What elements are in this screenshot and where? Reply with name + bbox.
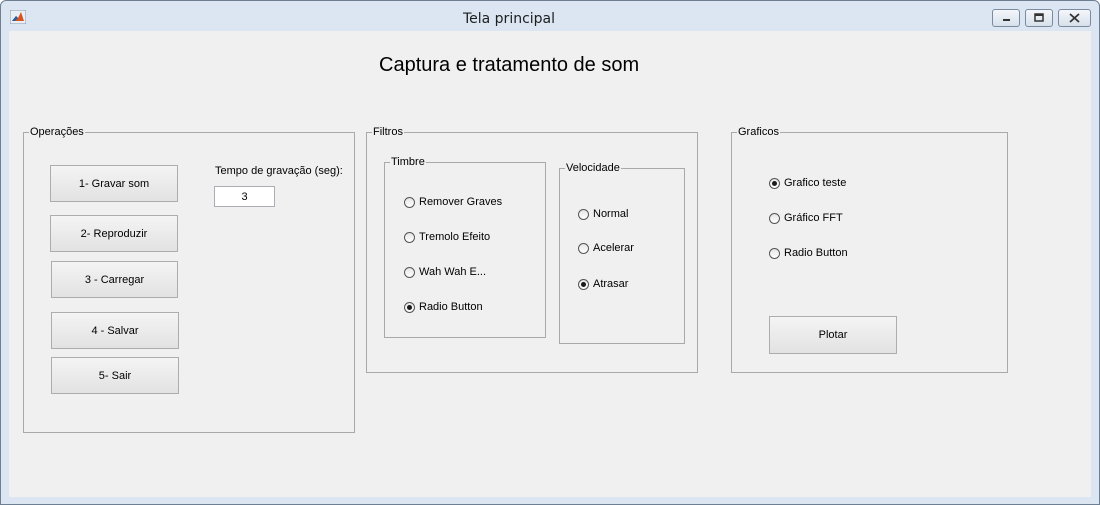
radio-grafico-fft[interactable]: Gráfico FFT bbox=[769, 211, 843, 225]
tempo-label: Tempo de gravação (seg): bbox=[215, 165, 343, 177]
window-title: Tela principal bbox=[462, 11, 556, 27]
radio-dot-selected bbox=[404, 301, 415, 313]
velocidade-panel: Velocidade Normal Acelerar Atrasar bbox=[559, 162, 685, 344]
radio-label: Atrasar bbox=[593, 278, 629, 290]
plotar-button[interactable]: Plotar bbox=[769, 316, 897, 354]
filtros-title: Filtros bbox=[372, 126, 404, 139]
close-button[interactable] bbox=[1058, 9, 1091, 27]
radio-grafico-teste[interactable]: Grafico teste bbox=[769, 176, 846, 190]
radio-remover-graves[interactable]: Remover Graves bbox=[404, 195, 502, 209]
minimize-icon bbox=[1003, 19, 1010, 21]
minimize-button[interactable] bbox=[992, 9, 1020, 27]
radio-dot bbox=[578, 242, 589, 254]
radio-acelerar[interactable]: Acelerar bbox=[578, 241, 634, 255]
radio-dot-selected bbox=[769, 177, 780, 189]
app-window: Tela principal Captura e tratamento de s… bbox=[0, 0, 1100, 505]
operacoes-panel: Operações 1- Gravar som 2- Reproduzir 3 … bbox=[23, 126, 355, 433]
sair-button[interactable]: 5- Sair bbox=[51, 357, 179, 394]
radio-normal[interactable]: Normal bbox=[578, 207, 628, 221]
timbre-title: Timbre bbox=[390, 156, 426, 169]
reproduzir-button[interactable]: 2- Reproduzir bbox=[50, 215, 178, 252]
radio-tremolo-efeito[interactable]: Tremolo Efeito bbox=[404, 230, 490, 244]
velocidade-title: Velocidade bbox=[565, 162, 621, 175]
radio-label: Normal bbox=[593, 208, 629, 220]
graficos-panel: Graficos Grafico teste Gráfico FFT Radio… bbox=[731, 126, 1008, 373]
title-bar[interactable]: Tela principal bbox=[1, 1, 1099, 31]
radio-graficos-radio-button[interactable]: Radio Button bbox=[769, 246, 848, 260]
graficos-title: Graficos bbox=[737, 126, 780, 139]
radio-dot bbox=[404, 231, 415, 243]
filtros-panel: Filtros Timbre Remover Graves Tremolo Ef… bbox=[366, 126, 698, 373]
radio-dot bbox=[404, 196, 415, 208]
radio-label: Gráfico FFT bbox=[784, 212, 843, 224]
radio-label: Radio Button bbox=[419, 301, 483, 313]
radio-dot bbox=[769, 212, 780, 224]
restore-button[interactable] bbox=[1025, 9, 1053, 27]
timbre-panel: Timbre Remover Graves Tremolo Efeito Wah… bbox=[384, 156, 546, 338]
radio-dot-selected bbox=[578, 278, 589, 290]
radio-label: Grafico teste bbox=[784, 177, 847, 189]
gravar-som-button[interactable]: 1- Gravar som bbox=[50, 165, 178, 202]
figure-area: Captura e tratamento de som Operações 1-… bbox=[9, 31, 1091, 497]
radio-label: Remover Graves bbox=[419, 196, 503, 208]
carregar-button[interactable]: 3 - Carregar bbox=[51, 261, 178, 298]
salvar-button[interactable]: 4 - Salvar bbox=[51, 312, 179, 349]
radio-label: Tremolo Efeito bbox=[419, 231, 491, 243]
tempo-input[interactable] bbox=[214, 186, 275, 207]
radio-label: Radio Button bbox=[784, 247, 848, 259]
operacoes-title: Operações bbox=[29, 126, 85, 139]
close-icon bbox=[1069, 13, 1080, 23]
radio-atrasar[interactable]: Atrasar bbox=[578, 277, 628, 291]
radio-dot bbox=[769, 247, 780, 259]
restore-icon bbox=[1034, 13, 1044, 22]
radio-dot bbox=[404, 266, 415, 278]
page-title: Captura e tratamento de som bbox=[379, 54, 640, 76]
radio-wah-wah[interactable]: Wah Wah E... bbox=[404, 265, 486, 279]
radio-dot bbox=[578, 208, 589, 220]
radio-timbre-radio-button[interactable]: Radio Button bbox=[404, 300, 483, 314]
radio-label: Acelerar bbox=[593, 242, 634, 254]
radio-label: Wah Wah E... bbox=[419, 266, 487, 278]
